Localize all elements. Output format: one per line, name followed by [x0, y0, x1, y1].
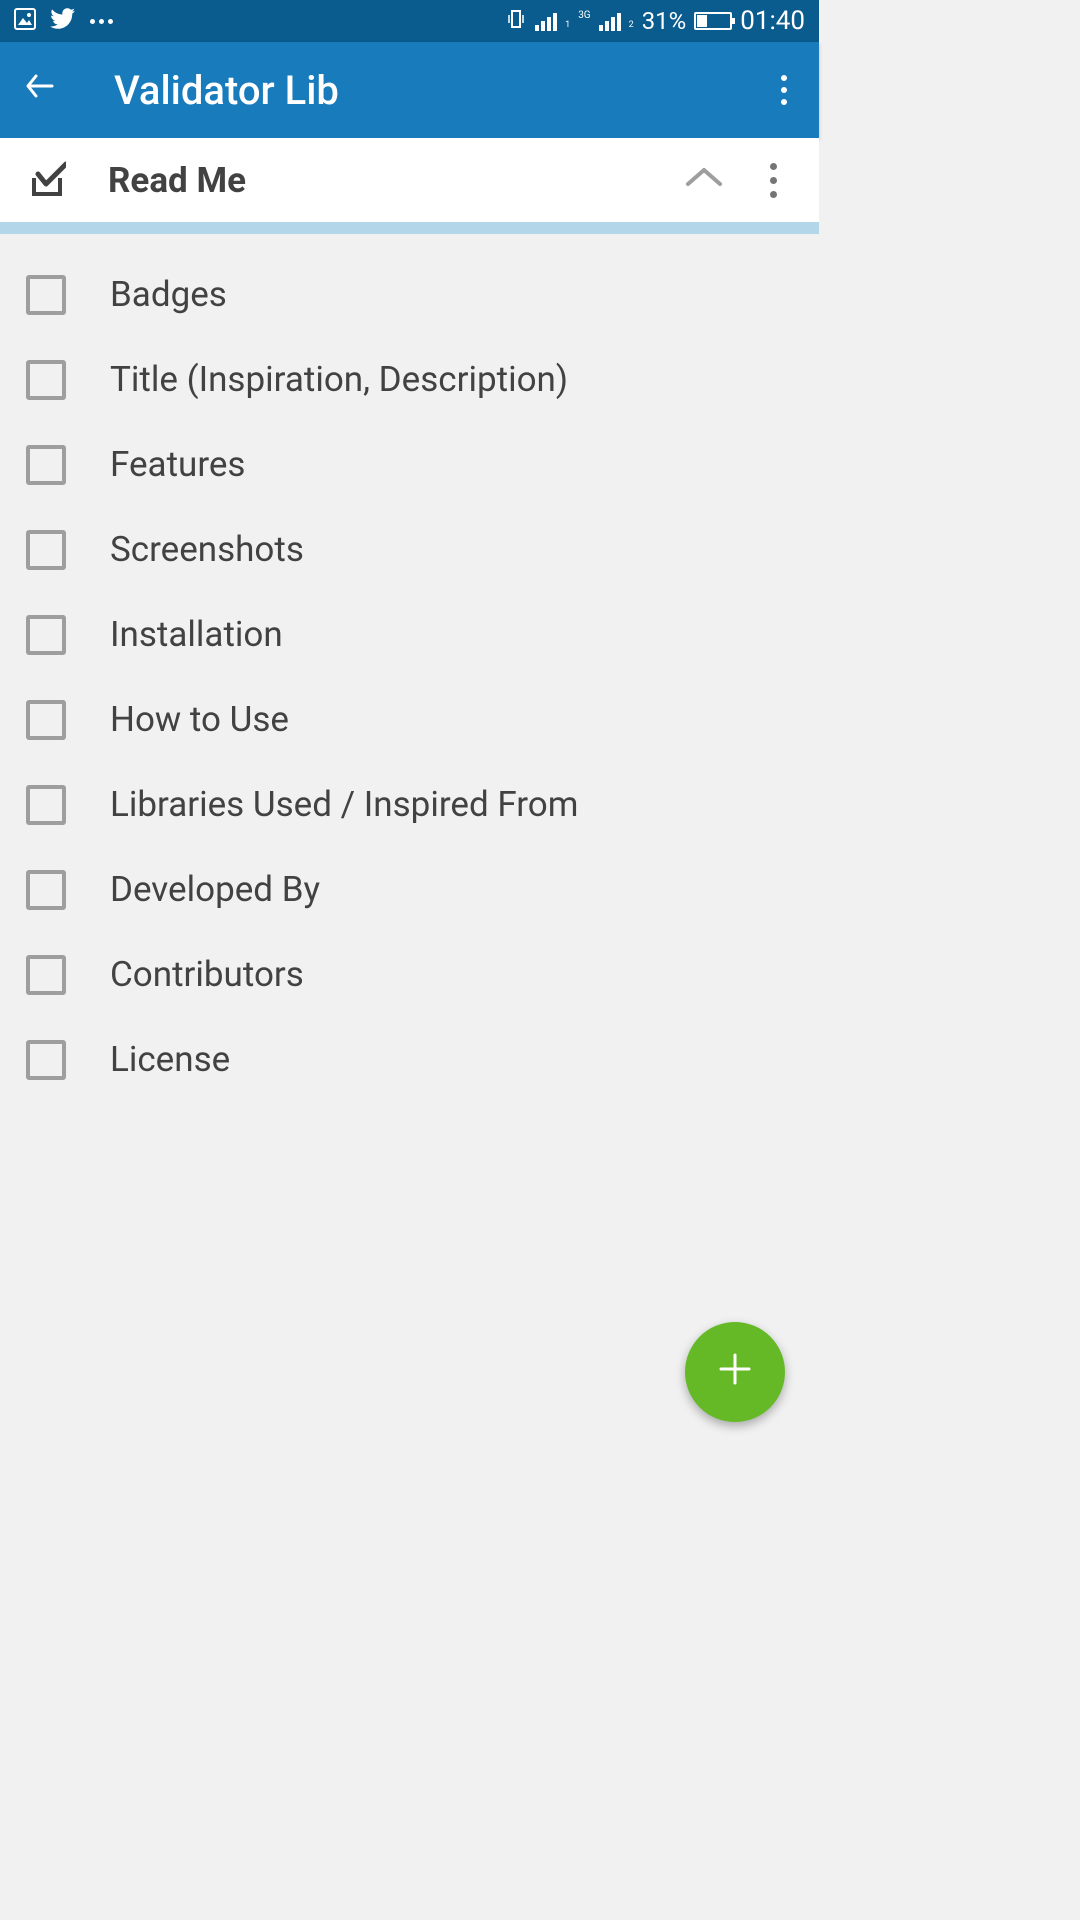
- add-button[interactable]: [685, 1322, 785, 1422]
- list-item-label: Badges: [110, 274, 227, 315]
- list-item-label: Developed By: [110, 869, 320, 910]
- signal-icon: [535, 11, 557, 31]
- signal-icon-2: [599, 11, 621, 31]
- list-item-label: Libraries Used / Inspired From: [110, 784, 578, 825]
- list-item-label: Title (Inspiration, Description): [110, 359, 568, 400]
- checkbox[interactable]: [26, 700, 66, 740]
- network-type: 3G: [578, 10, 590, 21]
- section-divider: [0, 222, 819, 234]
- list-item-label: Installation: [110, 614, 283, 655]
- list-item-label: Features: [110, 444, 246, 485]
- list-item[interactable]: Screenshots: [0, 507, 819, 592]
- status-left: [14, 8, 113, 34]
- checkbox[interactable]: [26, 530, 66, 570]
- section-check-icon: [26, 160, 66, 200]
- checkbox[interactable]: [26, 1040, 66, 1080]
- battery-icon: [694, 12, 732, 30]
- list-item[interactable]: Contributors: [0, 932, 819, 1017]
- list-item-label: How to Use: [110, 699, 289, 740]
- checkbox[interactable]: [26, 785, 66, 825]
- checkbox[interactable]: [26, 870, 66, 910]
- list-item[interactable]: License: [0, 1017, 819, 1102]
- list-item[interactable]: Installation: [0, 592, 819, 677]
- page-title: Validator Lib: [114, 67, 771, 114]
- collapse-button[interactable]: [674, 156, 734, 204]
- list-item[interactable]: Developed By: [0, 847, 819, 932]
- checkbox[interactable]: [26, 445, 66, 485]
- checkbox[interactable]: [26, 275, 66, 315]
- list-item[interactable]: Features: [0, 422, 819, 507]
- twitter-icon: [50, 8, 76, 34]
- sim2-label: 2: [629, 20, 634, 30]
- list-item[interactable]: How to Use: [0, 677, 819, 762]
- section-title: Read Me: [108, 160, 674, 201]
- plus-icon: [715, 1344, 755, 1401]
- back-button[interactable]: [22, 68, 58, 113]
- checkbox[interactable]: [26, 615, 66, 655]
- checklist: Badges Title (Inspiration, Description) …: [0, 234, 819, 1102]
- checkbox[interactable]: [26, 955, 66, 995]
- list-item[interactable]: Badges: [0, 252, 819, 337]
- vibrate-icon: [505, 8, 527, 34]
- appbar-overflow-button[interactable]: [771, 65, 797, 115]
- app-bar: Validator Lib: [0, 42, 819, 138]
- list-item-label: Contributors: [110, 954, 304, 995]
- clock: 01:40: [740, 6, 805, 36]
- checkbox[interactable]: [26, 360, 66, 400]
- status-right: 1 3G 2 31% 01:40: [505, 6, 805, 36]
- battery-percentage: 31%: [642, 7, 687, 35]
- picture-icon: [14, 8, 36, 34]
- list-item-label: License: [110, 1039, 230, 1080]
- sim1-label: 1: [565, 20, 570, 30]
- list-item-label: Screenshots: [110, 529, 304, 570]
- more-horizontal-icon: [90, 19, 113, 24]
- status-bar: 1 3G 2 31% 01:40: [0, 0, 819, 42]
- section-overflow-button[interactable]: [734, 153, 793, 208]
- list-item[interactable]: Title (Inspiration, Description): [0, 337, 819, 422]
- section-header: Read Me: [0, 138, 819, 222]
- list-item[interactable]: Libraries Used / Inspired From: [0, 762, 819, 847]
